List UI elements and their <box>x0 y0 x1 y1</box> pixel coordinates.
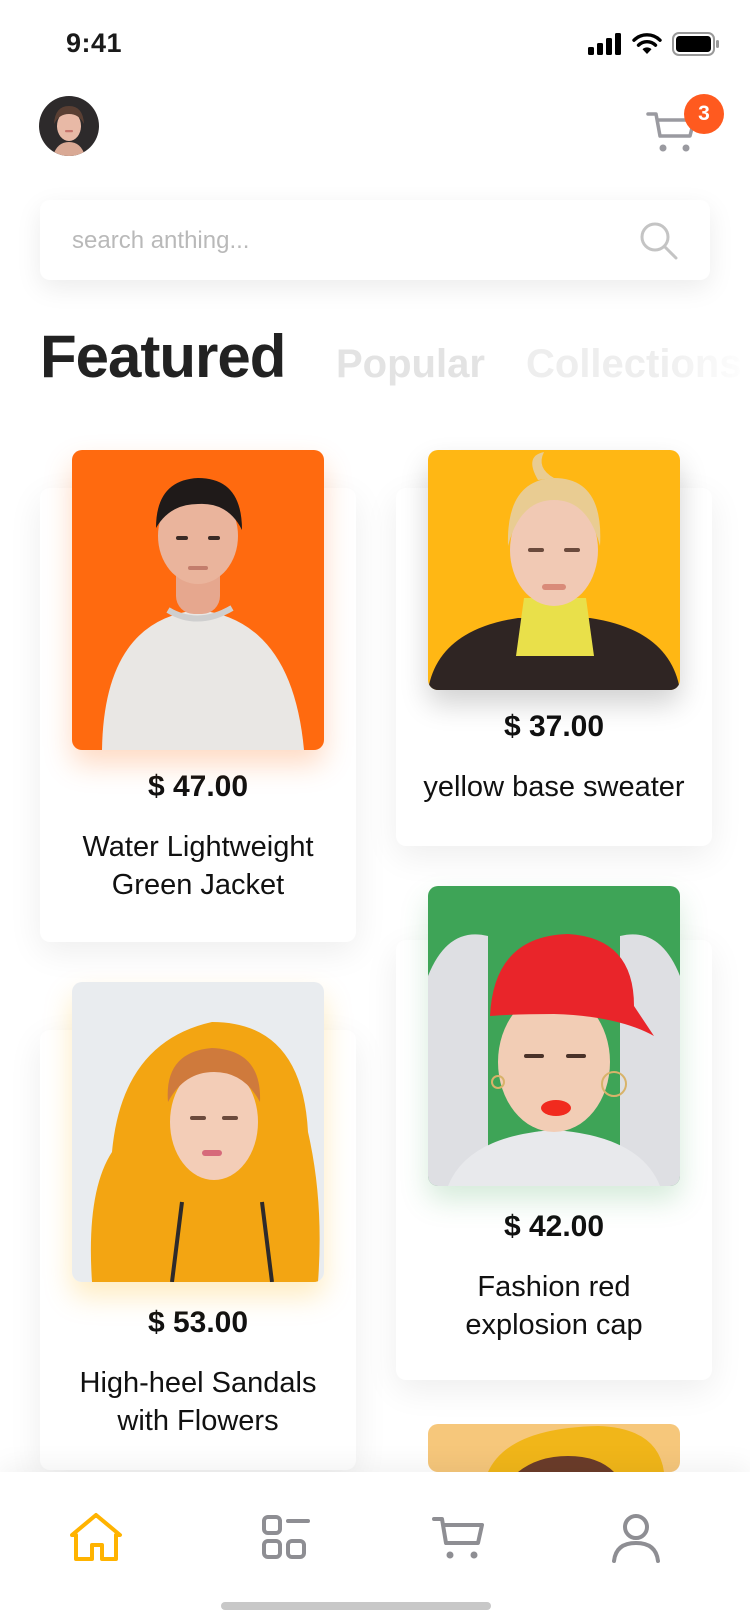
product-price: $ 53.00 <box>147 1306 249 1339</box>
product-price: $ 37.00 <box>503 710 605 743</box>
search-bar <box>40 200 710 282</box>
product-photo-man-white-sweater <box>72 450 324 750</box>
home-icon <box>70 1513 122 1561</box>
product-photo-yellow-beret <box>428 1424 680 1472</box>
product-price: $ 47.00 <box>147 770 249 803</box>
tab-popular[interactable]: Popular <box>336 342 485 387</box>
tab-featured[interactable]: Featured <box>40 322 286 391</box>
user-avatar[interactable] <box>39 96 99 156</box>
wifi-icon <box>632 33 662 54</box>
nav-home[interactable] <box>66 1507 126 1567</box>
product-name: High-heel Sandals with Flowers <box>40 1364 356 1440</box>
status-time: 9:41 <box>66 28 123 58</box>
cart-icon <box>432 1517 484 1559</box>
product-image[interactable] <box>428 450 680 690</box>
product-name-line: yellow base sweater <box>423 771 685 803</box>
status-icons <box>588 32 720 56</box>
grid-icon <box>262 1515 310 1559</box>
product-image[interactable] <box>428 886 680 1186</box>
product-price: $ 42.00 <box>503 1210 605 1243</box>
search-input[interactable] <box>70 200 634 282</box>
avatar-image <box>39 96 99 156</box>
home-indicator[interactable] <box>221 1602 491 1610</box>
product-photo-woman-red-cap <box>428 886 680 1186</box>
nav-categories[interactable] <box>256 1507 316 1567</box>
category-tabs: Featured Popular Collections <box>40 322 750 402</box>
battery-icon <box>672 32 719 56</box>
product-name-line: with Flowers <box>117 1405 279 1437</box>
product-name-line: High-heel Sandals <box>79 1367 317 1399</box>
nav-profile[interactable] <box>606 1507 666 1567</box>
product-photo-woman-yellow-hoodie <box>72 982 324 1282</box>
product-image[interactable] <box>428 1424 680 1472</box>
product-name: yellow base sweater <box>396 768 712 806</box>
tabs-fade-overlay <box>660 322 750 402</box>
product-name-line: Water Lightweight <box>82 831 314 863</box>
cart-count-badge: 3 <box>684 94 724 134</box>
product-name: Fashion red explosion cap <box>396 1268 712 1344</box>
product-name-line: explosion cap <box>465 1309 643 1341</box>
product-name-line: Green Jacket <box>111 869 285 901</box>
product-name-line: Fashion red <box>477 1271 631 1303</box>
user-icon <box>612 1514 660 1563</box>
product-name: Water Lightweight Green Jacket <box>40 828 356 904</box>
product-image[interactable] <box>72 450 324 750</box>
search-icon[interactable] <box>638 220 680 262</box>
product-photo-woman-yellow-sweater <box>428 450 680 690</box>
signal-icon <box>588 33 621 55</box>
nav-cart[interactable] <box>430 1507 490 1567</box>
product-image[interactable] <box>72 982 324 1282</box>
